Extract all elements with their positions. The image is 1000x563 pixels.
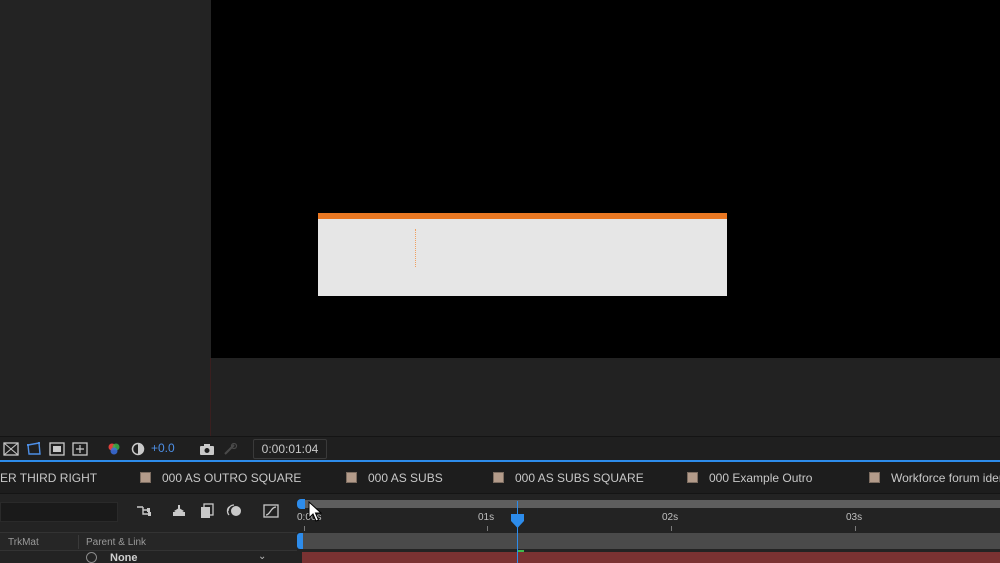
mask-path-icon[interactable] xyxy=(25,441,43,457)
cache-indicator xyxy=(518,550,524,552)
playhead-handle-icon[interactable] xyxy=(511,514,524,528)
tab-subs-square[interactable]: 000 AS SUBS SQUARE xyxy=(515,471,644,485)
tab-subs[interactable]: 000 AS SUBS xyxy=(368,471,443,485)
exposure-reset-icon[interactable] xyxy=(129,441,147,457)
lower-third-text-cursor xyxy=(415,229,416,267)
work-area-start-handle[interactable] xyxy=(297,499,305,509)
composition-tab-strip: ER THIRD RIGHT 000 AS OUTRO SQUARE 000 A… xyxy=(0,462,1000,494)
lower-third-graphic[interactable] xyxy=(318,213,727,296)
work-area-bar[interactable] xyxy=(302,500,1000,508)
transparency-grid-icon[interactable] xyxy=(2,441,20,457)
ruler-label-3s: 03s xyxy=(846,512,863,523)
graph-editor-icon[interactable] xyxy=(261,502,281,520)
tab-color-label-icon xyxy=(140,472,151,483)
color-channels-icon[interactable] xyxy=(105,441,123,457)
layer-row[interactable]: None ⌄ xyxy=(0,551,297,563)
ruler-tick xyxy=(855,526,856,531)
ruler-tick xyxy=(487,526,488,531)
time-navigator-start-handle[interactable] xyxy=(297,533,303,549)
trkmat-column-label[interactable]: TrkMat xyxy=(8,537,39,548)
column-separator xyxy=(78,535,79,549)
playhead-line[interactable] xyxy=(517,501,518,563)
composition-viewer[interactable] xyxy=(211,0,1000,358)
mouse-pointer-icon xyxy=(308,501,322,522)
chevron-down-icon[interactable]: ⌄ xyxy=(258,551,266,562)
motion-blur-icon[interactable] xyxy=(224,502,244,520)
tab-example-outro[interactable]: 000 Example Outro xyxy=(709,471,812,485)
tab-outro-square[interactable]: 000 AS OUTRO SQUARE xyxy=(162,471,301,485)
composition-flowchart-icon[interactable] xyxy=(134,502,154,520)
region-of-interest-icon[interactable] xyxy=(48,441,66,457)
show-snapshot-icon[interactable] xyxy=(221,441,239,457)
timeline-column-header: TrkMat Parent & Link xyxy=(0,532,297,551)
draft-3d-icon[interactable] xyxy=(169,502,189,520)
frame-blending-icon[interactable] xyxy=(197,502,217,520)
tab-color-label-icon xyxy=(346,472,357,483)
tab-lower-third-right[interactable]: ER THIRD RIGHT xyxy=(0,471,97,485)
ruler-label-2s: 02s xyxy=(662,512,679,523)
snapshot-camera-icon[interactable] xyxy=(198,441,216,457)
parent-select[interactable]: None xyxy=(110,552,276,563)
viewer-toolbar: +0.0 0:00:01:04 xyxy=(0,436,1000,460)
parent-link-column-label[interactable]: Parent & Link xyxy=(86,537,146,548)
ruler-tick xyxy=(671,526,672,531)
timeline-graph[interactable]: 0:00s 01s 02s 03s xyxy=(297,495,1000,563)
tab-color-label-icon xyxy=(493,472,504,483)
parent-pickwhip-icon[interactable] xyxy=(86,552,97,563)
project-panel xyxy=(0,0,211,436)
current-time-display[interactable]: 0:00:01:04 xyxy=(253,439,327,459)
layer-search-input[interactable] xyxy=(0,502,118,522)
layer-duration-bar[interactable] xyxy=(302,552,1000,563)
exposure-value[interactable]: +0.0 xyxy=(151,441,175,455)
ruler-tick xyxy=(304,526,305,531)
ruler-label-1s: 01s xyxy=(478,512,495,523)
timeline-layer-panel: TrkMat Parent & Link None ⌄ xyxy=(0,495,297,563)
lower-third-accent-bar xyxy=(318,213,727,219)
tab-workforce-forum[interactable]: Workforce forum ider xyxy=(891,471,1000,485)
time-navigator-bar[interactable] xyxy=(302,533,1000,549)
viewer-pasteboard xyxy=(211,358,1000,436)
tab-color-label-icon xyxy=(687,472,698,483)
tab-color-label-icon xyxy=(869,472,880,483)
safe-margins-icon[interactable] xyxy=(71,441,89,457)
